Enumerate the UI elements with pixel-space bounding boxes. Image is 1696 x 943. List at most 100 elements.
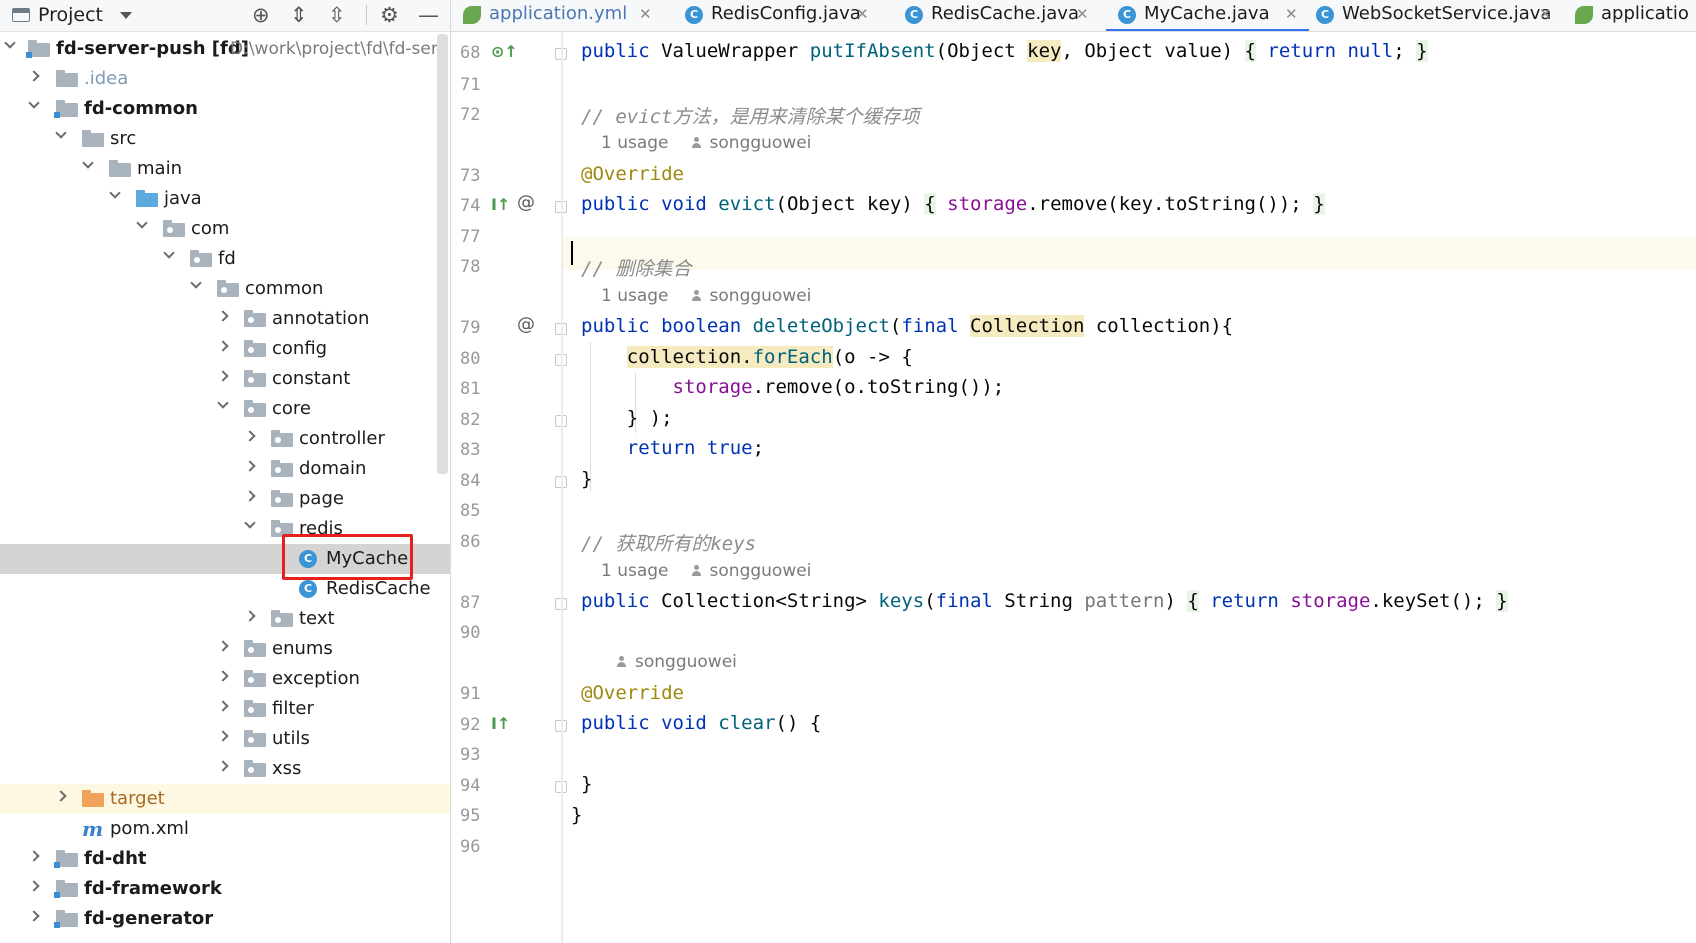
tree-item-enums[interactable]: enums [0,634,450,664]
tree-item-constant[interactable]: constant [0,364,450,394]
tree-item-fd[interactable]: fd [0,244,450,274]
chevron-right-icon[interactable] [28,850,40,862]
tree-item-controller[interactable]: controller [0,424,450,454]
tree-item-fd-framework[interactable]: fd-framework [0,874,450,904]
collapse-all-icon[interactable]: ⇳ [328,4,346,26]
project-scrollbar[interactable] [437,34,448,474]
chevron-down-icon[interactable] [120,12,132,19]
chevron-down-icon[interactable] [82,157,94,169]
implements-marker-icon[interactable]: I↑ [491,195,510,214]
tab-application-yml[interactable]: application.yml ✕ [451,0,654,31]
chevron-right-icon[interactable] [217,700,229,712]
tree-item-annotation[interactable]: annotation [0,304,450,334]
tree-item-xss[interactable]: xss [0,754,450,784]
code-line[interactable]: } ); [581,407,673,429]
chevron-right-icon[interactable] [244,610,256,622]
tree-item-com[interactable]: com [0,214,450,244]
tab-redisconfig-java[interactable]: C RedisConfig.java ✕ [673,0,873,31]
code-line[interactable]: public boolean deleteObject(final Collec… [581,315,1233,337]
tree-item-exception[interactable]: exception [0,664,450,694]
chevron-right-icon[interactable] [217,310,229,322]
code-comment[interactable]: // 删除集合 [581,254,691,281]
chevron-down-icon[interactable] [55,127,67,139]
chevron-down-icon[interactable] [4,37,16,49]
annotation-marker-icon[interactable]: @ [517,192,535,213]
chevron-down-icon[interactable] [163,247,175,259]
tree-item-filter[interactable]: filter [0,694,450,724]
chevron-right-icon[interactable] [28,70,40,82]
usage-inlay[interactable]: 1 usage songguowei [601,561,811,581]
code-line[interactable]: @Override [581,682,684,704]
code-line[interactable]: return true; [581,437,764,459]
code-line[interactable]: public void evict(Object key) { storage.… [581,193,1325,215]
chevron-right-icon[interactable] [217,370,229,382]
tab-rediscache-java[interactable]: C RedisCache.java ✕ [893,0,1101,31]
code-comment[interactable]: // 获取所有的keys [581,529,756,556]
tree-item-config[interactable]: config [0,334,450,364]
tree-item-fd-server-push[interactable]: fd-server-push [fd] D:\work\project\fd\f… [0,34,450,64]
chevron-right-icon[interactable] [217,340,229,352]
chevron-right-icon[interactable] [217,760,229,772]
tree-item-src[interactable]: src [0,124,450,154]
tree-item-fd-common[interactable]: fd-common [0,94,450,124]
chevron-right-icon[interactable] [28,880,40,892]
tree-item-java[interactable]: java [0,184,450,214]
code-line[interactable]: public void clear() { [581,712,821,734]
chevron-right-icon[interactable] [217,730,229,742]
chevron-right-icon[interactable] [244,490,256,502]
chevron-down-icon[interactable] [109,187,121,199]
chevron-right-icon[interactable] [244,460,256,472]
tree-item-text[interactable]: text [0,604,450,634]
usage-inlay[interactable]: 1 usage songguowei [601,286,811,306]
close-icon[interactable]: ✕ [856,5,869,23]
chevron-right-icon[interactable] [55,790,67,802]
implements-marker-icon[interactable]: ⊙↑ [491,42,518,61]
code-line[interactable]: @Override [581,163,684,185]
tree-item-utils[interactable]: utils [0,724,450,754]
usage-inlay[interactable]: 1 usage songguowei [601,133,811,153]
chevron-right-icon[interactable] [28,910,40,922]
tree-item-core[interactable]: core [0,394,450,424]
locate-file-icon[interactable]: ⊕ [252,4,270,26]
chevron-right-icon[interactable] [217,670,229,682]
code-line[interactable]: } [581,773,592,795]
annotation-marker-icon[interactable]: @ [517,314,535,335]
tree-item-fd-generator[interactable]: fd-generator [0,904,450,934]
close-icon[interactable]: ✕ [1076,5,1089,23]
chevron-right-icon[interactable] [217,640,229,652]
tree-item-idea[interactable]: .idea [0,64,450,94]
tree-item-target[interactable]: target [0,784,450,814]
tree-item-domain[interactable]: domain [0,454,450,484]
chevron-down-icon[interactable] [190,277,202,289]
code-comment[interactable]: // evict方法，是用来清除某个缓存项 [581,102,920,129]
code-line[interactable]: public Collection<String> keys(final Str… [581,590,1508,612]
tab-application-2[interactable]: applicatio [1563,0,1696,31]
code-line[interactable]: } [571,804,582,826]
author-inlay[interactable]: songguowei [616,652,737,672]
chevron-right-icon[interactable] [244,430,256,442]
expand-all-icon[interactable]: ⇕ [290,4,308,26]
code-editor[interactable]: 68 71 72 73 74 77 78 79 80 81 82 83 84 8… [451,32,1696,943]
code-line[interactable]: } [581,468,592,490]
chevron-down-icon[interactable] [28,97,40,109]
close-icon[interactable]: ✕ [1285,5,1298,23]
chevron-down-icon[interactable] [244,517,256,529]
chevron-down-icon[interactable] [217,397,229,409]
tree-item-common[interactable]: common [0,274,450,304]
tab-websocketservice-java[interactable]: C WebSocketService.java ✕ [1304,0,1559,31]
close-icon[interactable]: ✕ [639,5,652,23]
hide-panel-icon[interactable]: — [418,4,439,26]
chevron-down-icon[interactable] [136,217,148,229]
code-line[interactable]: public ValueWrapper putIfAbsent(Object k… [581,40,1428,62]
code-line[interactable]: storage.remove(o.toString()); [581,376,1005,398]
tree-item-main[interactable]: main [0,154,450,184]
implements-marker-icon[interactable]: I↑ [491,714,510,733]
project-title[interactable]: Project [38,4,103,26]
code-line[interactable]: collection.forEach(o -> { [581,346,913,368]
tree-item-fd-dht[interactable]: fd-dht [0,844,450,874]
close-icon[interactable]: ✕ [1539,5,1552,23]
tree-item-pom-xml[interactable]: m pom.xml [0,814,450,844]
tab-mycache-java[interactable]: C MyCache.java ✕ [1106,0,1309,31]
gear-icon[interactable]: ⚙ [380,4,399,26]
tree-item-page[interactable]: page [0,484,450,514]
